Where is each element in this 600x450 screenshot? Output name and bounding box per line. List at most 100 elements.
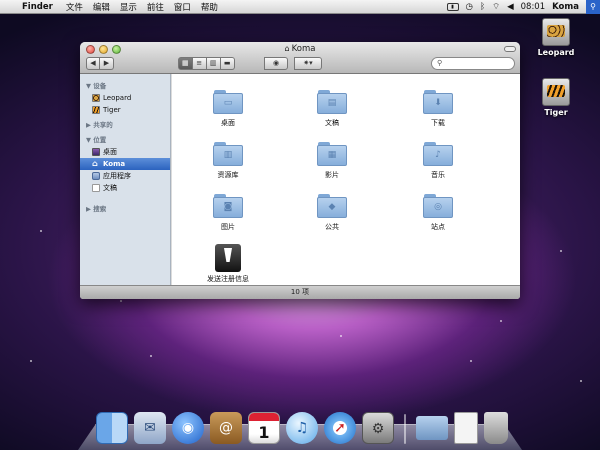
dock-mail-icon[interactable]: ✉ [134, 412, 166, 444]
sidebar-header-search[interactable]: ▶ 搜索 [80, 200, 170, 215]
dock-finder-icon[interactable] [96, 412, 128, 444]
folder-icon: ▤ [317, 90, 347, 114]
applications-icon [92, 172, 100, 180]
icon-view-button[interactable]: ▦ [178, 57, 193, 70]
folder-public[interactable]: ◆ 公共 [302, 194, 362, 232]
hard-drive-icon [92, 94, 100, 102]
title-bar[interactable]: ⌂ Koma ◀ ▶ ▦ ≡ ▥ ▬ ◉ ✷▾ ⚲ [80, 42, 520, 74]
dock-separator [404, 414, 406, 444]
app-registration[interactable]: 发送注册信息 [198, 244, 258, 284]
dock-safari-icon[interactable]: ➚ [324, 412, 356, 444]
folder-documents[interactable]: ▤ 文稿 [302, 90, 362, 128]
sidebar-header-places[interactable]: ▼ 位置 [80, 131, 170, 146]
search-field[interactable]: ⚲ [431, 57, 515, 70]
window-title: ⌂ Koma [80, 44, 520, 54]
sidebar-item-desktop[interactable]: 桌面 [80, 146, 170, 158]
sidebar: ▼ 设备 Leopard Tiger ▶ 共享的 ▼ 位置 桌面 ⌂ Koma 应… [80, 74, 171, 285]
spotlight-icon[interactable]: ⚲ [586, 0, 600, 14]
dock-itunes-icon[interactable]: ♫ [286, 412, 318, 444]
folder-label: 影片 [325, 171, 339, 179]
folder-label: 下载 [431, 119, 445, 127]
home-icon: ⌂ [284, 44, 290, 53]
search-icon: ⚲ [437, 59, 443, 67]
desktop-icon-label: Tiger [544, 108, 568, 117]
folder-label: 桌面 [221, 119, 235, 127]
action-menu-button[interactable]: ✷▾ [294, 57, 322, 70]
folder-pictures[interactable]: ◙ 图片 [198, 194, 258, 232]
folder-label: 站点 [431, 223, 445, 231]
forward-button[interactable]: ▶ [100, 57, 114, 70]
file-icon-view: ▭ 桌面 ▤ 文稿 ⬇ 下载 ▥ 资源库 ▦ 影片 ♪ 音乐 ◙ 图片 ◆ 公共 [172, 74, 520, 285]
menu-go[interactable]: 前往 [142, 1, 169, 13]
menu-file[interactable]: 文件 [61, 1, 88, 13]
folder-icon: ♪ [423, 142, 453, 166]
window-title-text: Koma [291, 44, 316, 54]
desktop-icon-label: Leopard [537, 48, 575, 57]
menu-edit[interactable]: 编辑 [88, 1, 115, 13]
folder-icon: ▥ [213, 142, 243, 166]
menu-app-name[interactable]: Finder [20, 2, 61, 12]
clock[interactable]: 08:01 [521, 2, 546, 12]
dock-trash-icon[interactable] [484, 412, 508, 444]
hard-drive-icon [92, 106, 100, 114]
time-machine-icon[interactable]: ◷ [466, 2, 473, 12]
sidebar-item-leopard[interactable]: Leopard [80, 92, 170, 104]
folder-music[interactable]: ♪ 音乐 [408, 142, 468, 180]
folder-icon: ◆ [317, 194, 347, 218]
folder-library[interactable]: ▥ 资源库 [198, 142, 258, 180]
wifi-icon[interactable]: ⌔ [492, 2, 500, 12]
folder-label: 公共 [325, 223, 339, 231]
sidebar-header-shared[interactable]: ▶ 共享的 [80, 116, 170, 131]
dock-ichat-icon[interactable]: ◉ [172, 412, 204, 444]
desktop-icon [92, 148, 100, 156]
dock-documents-stack-icon[interactable] [454, 412, 478, 444]
hard-drive-icon [542, 78, 570, 106]
folder-movies[interactable]: ▦ 影片 [302, 142, 362, 180]
bluetooth-icon[interactable]: ᛒ [480, 2, 485, 12]
app-label: 发送注册信息 [207, 275, 249, 283]
folder-icon: ▦ [317, 142, 347, 166]
folder-label: 音乐 [431, 171, 445, 179]
folder-label: 图片 [221, 223, 235, 231]
tuxedo-icon [215, 244, 241, 272]
dock-address-book-icon[interactable]: @ [210, 412, 242, 444]
folder-sites[interactable]: ◎ 站点 [408, 194, 468, 232]
finder-window: ⌂ Koma ◀ ▶ ▦ ≡ ▥ ▬ ◉ ✷▾ ⚲ ▼ 设备 Leopard Ti… [80, 42, 520, 299]
dock-ical-icon[interactable]: 1 [248, 412, 280, 444]
folder-desktop[interactable]: ▭ 桌面 [198, 90, 258, 128]
sidebar-header-devices[interactable]: ▼ 设备 [80, 77, 170, 92]
column-view-button[interactable]: ▥ [206, 57, 221, 70]
folder-icon: ◎ [423, 194, 453, 218]
dock: ✉ ◉ @ 1 ♫ ➚ ⚙ [96, 412, 508, 444]
desktop-drive-leopard[interactable]: Leopard [526, 18, 586, 57]
volume-icon[interactable]: ◀ [507, 2, 514, 12]
sidebar-item-documents[interactable]: 文稿 [80, 182, 170, 194]
sidebar-item-tiger[interactable]: Tiger [80, 104, 170, 116]
coverflow-view-button[interactable]: ▬ [220, 57, 235, 70]
battery-icon[interactable]: ▮ [446, 2, 459, 11]
menu-view[interactable]: 显示 [115, 1, 142, 13]
folder-icon: ◙ [213, 194, 243, 218]
folder-label: 资源库 [217, 171, 239, 179]
dock-system-preferences-icon[interactable]: ⚙ [362, 412, 394, 444]
dock-applications-folder-icon[interactable] [416, 416, 448, 440]
folder-icon: ⬇ [423, 90, 453, 114]
folder-label: 文稿 [325, 119, 339, 127]
folder-icon: ▭ [213, 90, 243, 114]
back-button[interactable]: ◀ [86, 57, 100, 70]
quick-look-button[interactable]: ◉ [264, 57, 288, 70]
user-name[interactable]: Koma [552, 2, 579, 12]
folder-downloads[interactable]: ⬇ 下载 [408, 90, 468, 128]
toolbar-toggle-button[interactable] [504, 46, 516, 52]
document-icon [92, 184, 100, 192]
menu-help[interactable]: 帮助 [196, 1, 223, 13]
menu-window[interactable]: 窗口 [169, 1, 196, 13]
status-bar: 10 项 [80, 285, 520, 299]
menu-bar: Finder 文件 编辑 显示 前往 窗口 帮助 ▮ ◷ ᛒ ⌔ ◀ 08:01… [0, 0, 600, 14]
desktop-drive-tiger[interactable]: Tiger [526, 78, 586, 117]
hard-drive-icon [542, 18, 570, 46]
sidebar-item-home[interactable]: ⌂ Koma [80, 158, 170, 170]
home-icon: ⌂ [92, 159, 98, 168]
list-view-button[interactable]: ≡ [192, 57, 207, 70]
sidebar-item-applications[interactable]: 应用程序 [80, 170, 170, 182]
